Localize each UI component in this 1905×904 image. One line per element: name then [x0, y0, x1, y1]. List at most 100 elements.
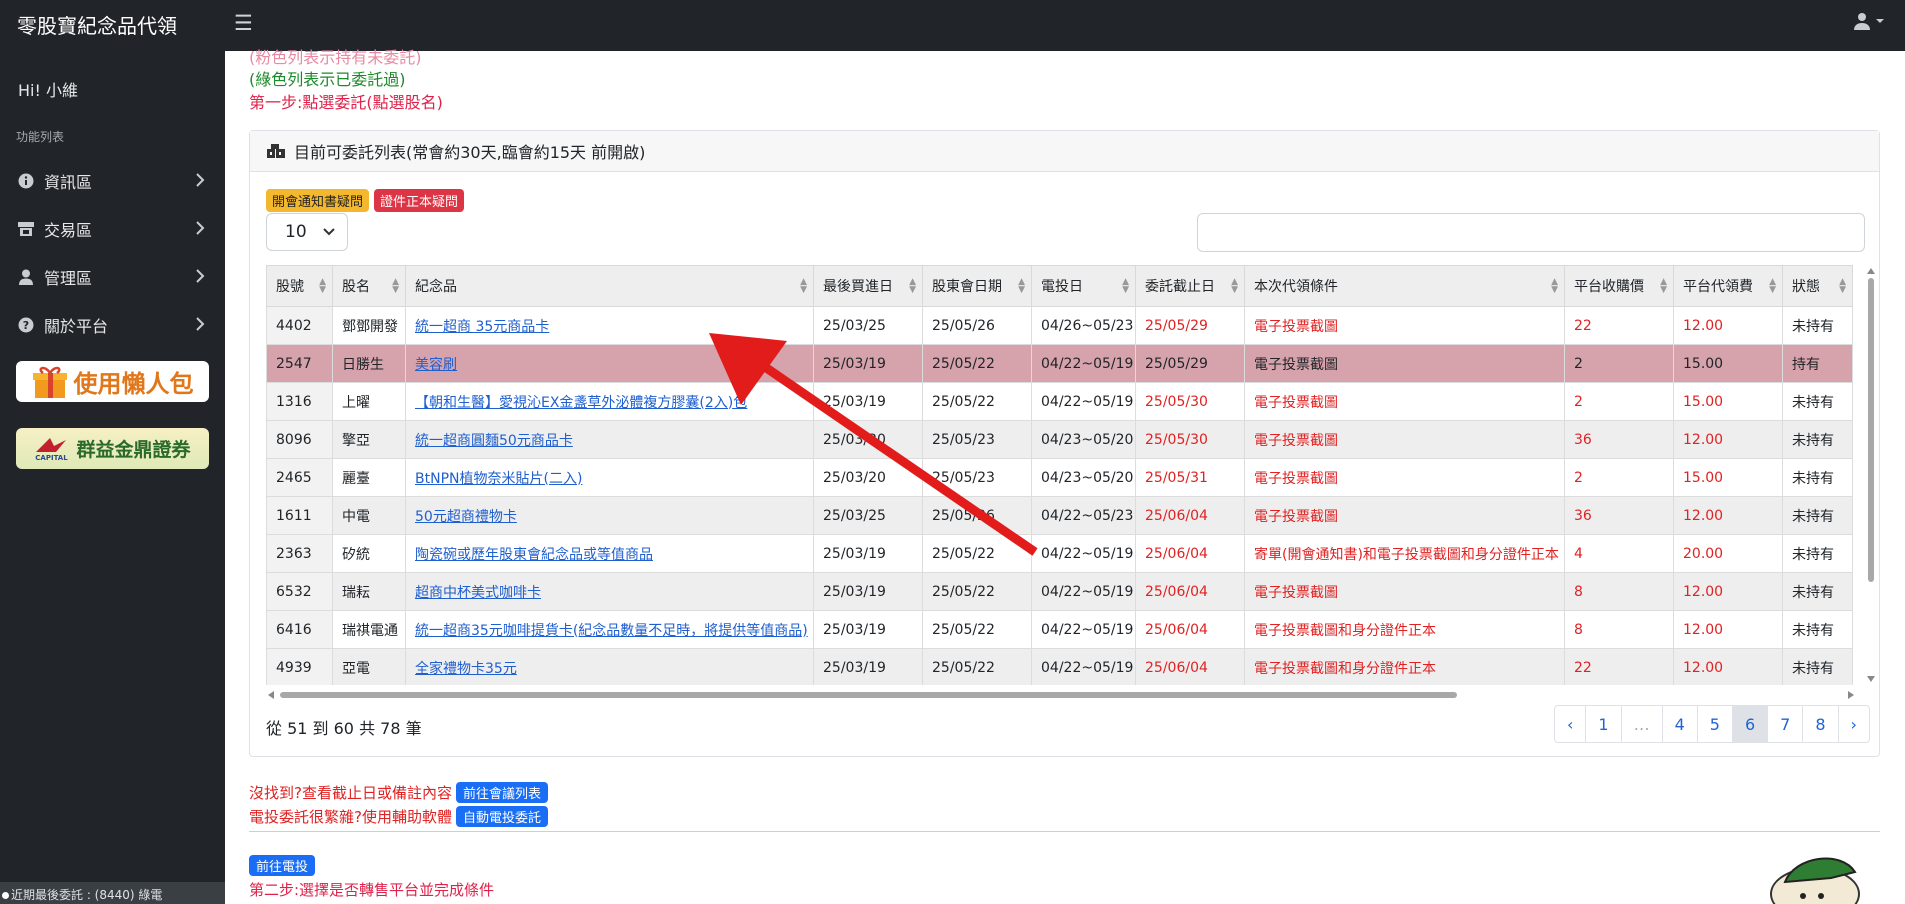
- capital-logo-icon: [36, 437, 67, 452]
- page-link-active[interactable]: 6: [1732, 706, 1769, 742]
- gift-link[interactable]: 統一超商 35元商品卡: [415, 319, 549, 335]
- divider: [249, 831, 1880, 832]
- cell-10: 未持有: [1792, 622, 1834, 639]
- col-header[interactable]: 平台代領費 ▲ ▼: [1673, 265, 1783, 307]
- table-row[interactable]: 8096 擎亞 統一超商圓麵50元商品卡 25/03/20 25/05/23 04/23~…: [266, 420, 1853, 459]
- broker-banner-small: CAPITAL: [35, 453, 68, 462]
- gift-link[interactable]: BtNPN植物奈米貼片(二入): [415, 471, 582, 487]
- step2-text: 第二步:選擇是否轉售平台並完成條件: [249, 881, 495, 899]
- sidebar-item-about[interactable]: ? 關於平台: [16, 310, 211, 340]
- user-menu[interactable]: [1853, 12, 1885, 30]
- page-next[interactable]: ›: [1839, 706, 1869, 742]
- col-header[interactable]: 股名 ▲ ▼: [332, 265, 406, 307]
- broker-banner[interactable]: CAPITAL 群益金鼎證券: [16, 428, 209, 469]
- store-icon: [16, 219, 36, 239]
- col-header[interactable]: 狀態 ▲ ▼: [1782, 265, 1853, 307]
- guide-banner-label: 使用懶人包: [73, 370, 194, 398]
- page-link[interactable]: 7: [1768, 706, 1804, 742]
- auto-evote-button[interactable]: 自動電投委託: [455, 806, 548, 827]
- evote-button[interactable]: 前往電投: [249, 855, 316, 876]
- boxes-icon: [267, 144, 285, 158]
- gift-link[interactable]: 超商中杯美式咖啡卡: [415, 585, 541, 601]
- cell-6: 25/06/04: [1145, 507, 1208, 524]
- cell-8: 8: [1574, 583, 1583, 600]
- gift-link[interactable]: 陶瓷碗或歷年股東會紀念品或等值商品: [415, 547, 653, 563]
- cell-8: 36: [1574, 431, 1592, 448]
- user-icon: [16, 267, 36, 287]
- app-brand[interactable]: 零股寶紀念品代領: [17, 10, 177, 39]
- page-link[interactable]: 1: [1586, 706, 1622, 742]
- cell-1: 矽統: [342, 546, 370, 563]
- sidebar-item-manage[interactable]: 管理區: [16, 262, 211, 292]
- table-row[interactable]: 6416 瑞祺電通 統一超商35元咖啡提貨卡(紀念品數量不足時，將提供等值商品) 25…: [266, 610, 1853, 649]
- page-link[interactable]: 5: [1698, 706, 1733, 742]
- page-link[interactable]: 8: [1803, 706, 1839, 742]
- table-row[interactable]: 2547 日勝生 美容刷 25/03/19 25/05/22 04/22~05/19 25/…: [266, 344, 1853, 383]
- cell-0: 4402: [276, 317, 312, 334]
- cell-6: 25/05/30: [1145, 431, 1208, 448]
- sidebar-item-trade[interactable]: 交易區: [16, 214, 211, 244]
- table-row[interactable]: 1316 上曜 【朝和生醫】愛視沁EX金盞草外泌體複方膠囊(2入)包 25/03/19…: [266, 382, 1853, 421]
- cell-9: 20.00: [1683, 545, 1724, 562]
- cell-1: 上曜: [342, 394, 370, 411]
- not-found-text: 沒找到?查看截止日或備註內容: [249, 784, 452, 802]
- sidebar-item-label: 交易區: [44, 221, 93, 240]
- cell-6: 25/06/04: [1145, 545, 1208, 562]
- cell-5: 04/22~05/19: [1041, 659, 1134, 676]
- guide-banner[interactable]: 使用懶人包: [16, 361, 209, 402]
- gift-link[interactable]: 美容刷: [415, 357, 457, 373]
- recent-order-text: 近期最後委託 : (8440) 綠電: [11, 888, 163, 902]
- cell-0: 2465: [276, 469, 312, 486]
- cell-8: 2: [1574, 355, 1583, 372]
- page-link[interactable]: 4: [1663, 706, 1698, 742]
- cell-10: 未持有: [1792, 660, 1834, 677]
- cell-8: 8: [1574, 621, 1583, 638]
- page-prev[interactable]: ‹: [1555, 706, 1587, 742]
- cell-7: 電子投票截圖和身分證件正本: [1254, 622, 1436, 639]
- meeting-list-button[interactable]: 前往會議列表: [455, 782, 548, 803]
- gift-link[interactable]: 統一超商35元咖啡提貨卡(紀念品數量不足時，將提供等值商品): [415, 623, 808, 639]
- table-row[interactable]: 6532 瑞耘 超商中杯美式咖啡卡 25/03/19 25/05/22 04/22~05/…: [266, 572, 1853, 611]
- meeting-notice-faq-badge[interactable]: 開會通知書疑問: [266, 189, 370, 212]
- cell-6: 25/06/04: [1145, 621, 1208, 638]
- cell-0: 1316: [276, 393, 312, 410]
- page-size-select[interactable]: 10: [266, 213, 348, 251]
- table-row[interactable]: 2465 麗臺 BtNPN植物奈米貼片(二入) 25/03/20 25/05/23 04/…: [266, 458, 1853, 497]
- cell-1: 日勝生: [342, 356, 384, 373]
- horizontal-scrollbar[interactable]: [266, 687, 1856, 699]
- sidebar-item-info[interactable]: 資訊區: [16, 166, 211, 196]
- gift-link[interactable]: 統一超商圓麵50元商品卡: [415, 433, 573, 449]
- cell-9: 12.00: [1683, 317, 1724, 334]
- col-header[interactable]: 股號 ▲ ▼: [266, 265, 333, 307]
- gift-link[interactable]: 50元超商禮物卡: [415, 509, 517, 525]
- gift-link[interactable]: 全家禮物卡35元: [415, 661, 517, 677]
- col-header[interactable]: 最後買進日 ▲ ▼: [813, 265, 923, 307]
- data-table: 股號 ▲ ▼ 股名 ▲ ▼ 紀念品 ▲ ▼ 最後買進日 ▲ ▼ 股東會日期 ▲ ▼ 電投日 ▲ ▼ 委託…: [266, 265, 1856, 685]
- cell-5: 04/22~05/19: [1041, 621, 1134, 638]
- cell-0: 6532: [276, 583, 312, 600]
- col-header[interactable]: 電投日 ▲ ▼: [1031, 265, 1136, 307]
- not-found-line: 沒找到?查看截止日或備註內容 前往會議列表: [249, 782, 548, 803]
- col-header[interactable]: 紀念品 ▲ ▼: [405, 265, 814, 307]
- cell-1: 瑞祺電通: [342, 622, 398, 639]
- table-row[interactable]: 4402 鄧鄧開發 統一超商 35元商品卡 25/03/25 25/05/26 04/26…: [266, 306, 1853, 345]
- cell-10: 持有: [1792, 356, 1820, 373]
- table-row[interactable]: 4939 亞電 全家禮物卡35元 25/03/19 25/05/22 04/22~05/1…: [266, 648, 1853, 685]
- cell-9: 15.00: [1683, 469, 1724, 486]
- col-header[interactable]: 委託截止日 ▲ ▼: [1135, 265, 1245, 307]
- helper-line: 電投委託很繁雜?使用輔助軟體 自動電投委託: [249, 806, 548, 827]
- card-title: 目前可委託列表(常會約30天,臨會約15天 前開啟): [294, 143, 646, 162]
- col-header[interactable]: 本次代領條件 ▲ ▼: [1244, 265, 1565, 307]
- id-original-faq-badge[interactable]: 證件正本疑問: [374, 189, 465, 212]
- search-input[interactable]: [1197, 213, 1865, 252]
- cell-0: 4939: [276, 659, 312, 676]
- vertical-scrollbar[interactable]: [1865, 265, 1877, 685]
- table-row[interactable]: 1611 中電 50元超商禮物卡 25/03/25 25/05/26 04/22~05/2…: [266, 496, 1853, 535]
- col-header[interactable]: 平台收購價 ▲ ▼: [1564, 265, 1674, 307]
- cell-9: 15.00: [1683, 393, 1724, 410]
- menu-toggle-icon[interactable]: ☰: [234, 11, 253, 35]
- cell-4: 25/05/22: [932, 659, 995, 676]
- info-icon: [16, 171, 36, 191]
- col-header[interactable]: 股東會日期 ▲ ▼: [922, 265, 1032, 307]
- table-row[interactable]: 2363 矽統 陶瓷碗或歷年股東會紀念品或等值商品 25/03/19 25/05/22 0…: [266, 534, 1853, 573]
